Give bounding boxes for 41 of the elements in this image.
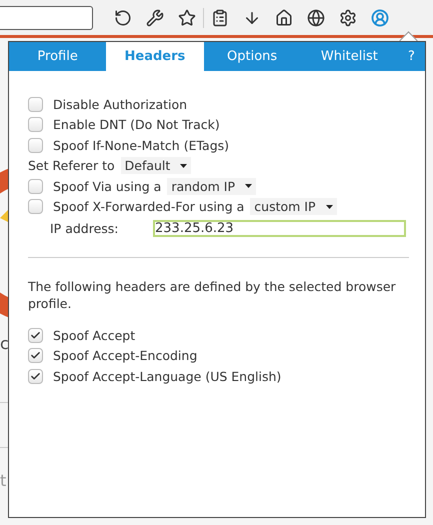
field-label: IP address: [50,220,120,236]
url-field[interactable] [0,6,93,30]
option-label: Spoof Accept-Language (US English) [53,368,282,384]
checkbox[interactable] [28,138,43,153]
caret-icon [180,164,188,168]
checkbox[interactable] [28,328,43,343]
checkbox[interactable] [28,178,43,194]
option-label: Spoof Accept-Encoding [53,348,198,364]
checkbox[interactable] [28,368,43,384]
option-label: Enable DNT (Do Not Track) [53,117,220,132]
check-icon [30,350,41,362]
checkbox[interactable] [28,348,43,364]
home-icon[interactable] [275,8,293,26]
checkbox[interactable] [28,117,43,132]
ip-address-field[interactable]: 233.25.6.23 [153,220,406,236]
profile-note: The following headers are defined by the selected browser profile. [28,278,397,312]
dropdown[interactable]: Default [120,157,192,174]
option-label: Spoof Via using a [53,178,162,194]
page-text: c [0,334,9,353]
option-label: Spoof X-Forwarded-For using a [53,199,244,214]
option-label: Set Referer to [28,158,115,174]
wrench-icon[interactable] [146,8,164,26]
tab[interactable]: Headers [106,42,204,71]
option-label: Spoof If-None-Match (ETags) [53,138,230,153]
settings-icon[interactable] [339,8,357,26]
dropdown[interactable]: custom IP [250,198,337,216]
checkbox[interactable] [28,199,43,214]
check-icon [30,330,41,341]
dropdown[interactable]: random IP [167,178,256,195]
star-icon[interactable] [178,8,196,26]
clipboard-icon[interactable] [211,8,229,26]
caret-icon [245,184,252,188]
checkbox[interactable] [28,96,43,112]
caret-icon [326,204,333,209]
page-text: t [0,471,6,490]
globe-icon[interactable] [307,8,325,26]
check-icon [30,370,41,382]
option-label: Spoof Accept [53,328,136,343]
user-icon[interactable] [371,8,389,26]
history-icon[interactable] [114,8,132,26]
option-label: Disable Authorization [53,96,188,112]
